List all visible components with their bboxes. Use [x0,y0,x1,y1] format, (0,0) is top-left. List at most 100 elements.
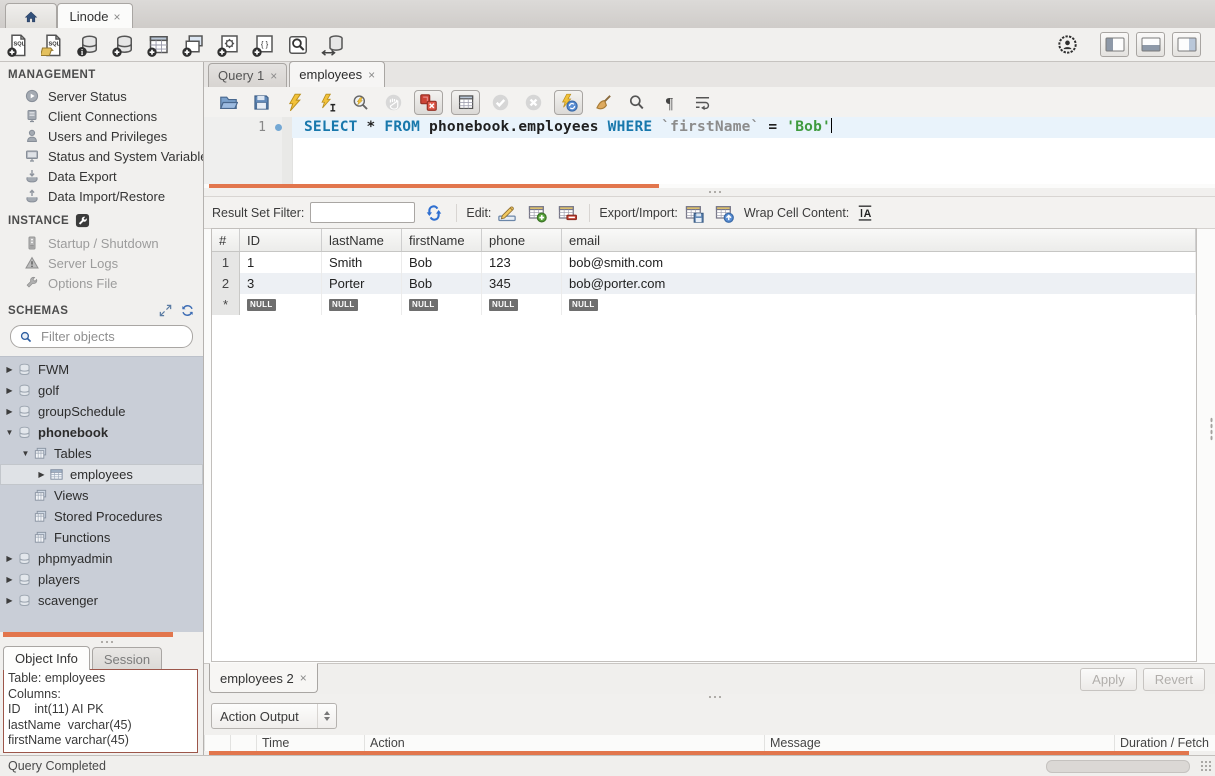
tab-object-info[interactable]: Object Info [3,646,90,670]
row-number-cell[interactable]: * [212,294,240,315]
sidebar-item-startup-shutdown[interactable]: Startup / Shutdown [0,233,203,253]
schema-inspector-button[interactable]: i [76,33,100,57]
tree-expand-arrow-icon[interactable]: ▶ [4,575,15,584]
tree-node-fwm[interactable]: ▶FWM [0,359,203,380]
panel-bottom-toggle-button[interactable] [1136,32,1165,57]
table-cell[interactable]: Bob [402,273,482,294]
sidebar-splitter-grip[interactable] [0,637,203,646]
panel-left-toggle-button[interactable] [1100,32,1129,57]
column-header-id[interactable]: ID [240,229,322,251]
tree-expand-arrow-icon[interactable]: ▶ [4,365,15,374]
sql-editor[interactable]: 1 SELECT * FROM phonebook.employees WHER… [204,117,1215,184]
commit-button[interactable] [488,90,513,115]
sidebar-item-client-connections[interactable]: Client Connections [0,106,203,126]
wrap-cell-icon[interactable]: A [855,203,875,223]
open-sql-script-button[interactable]: SQL [41,33,65,57]
refresh-results-icon[interactable] [424,203,444,223]
table-cell[interactable]: 3 [240,273,322,294]
table-cell[interactable]: bob@porter.com [562,273,1196,294]
editor-results-splitter[interactable] [204,188,1215,196]
create-schema-button[interactable] [111,33,135,57]
stop-on-error-button[interactable] [414,90,443,115]
import-records-icon[interactable] [714,203,734,223]
close-tab-icon[interactable]: × [368,68,375,82]
query-tab-employees[interactable]: employees× [289,61,385,87]
save-script-button[interactable] [249,90,274,115]
table-cell[interactable]: NULL [322,294,402,315]
output-type-select[interactable]: Action Output [211,703,337,729]
execute-button[interactable] [282,90,307,115]
expand-panel-icon[interactable] [158,303,173,318]
table-cell[interactable]: 345 [482,273,562,294]
wrap-text-button[interactable] [690,90,715,115]
export-recordset-icon[interactable] [684,203,704,223]
tree-expand-arrow-icon[interactable]: ▶ [4,596,15,605]
column-header-lastname[interactable]: lastName [322,229,402,251]
rollback-button[interactable] [521,90,546,115]
table-cell[interactable]: Bob [402,252,482,273]
tree-node-golf[interactable]: ▶golf [0,380,203,401]
table-cell[interactable]: NULL [562,294,1196,315]
tree-node-players[interactable]: ▶players [0,569,203,590]
sidebar-item-status-and-system-variables[interactable]: Status and System Variables [0,146,203,166]
add-row-icon[interactable] [527,203,547,223]
sidebar-item-server-status[interactable]: Server Status [0,86,203,106]
search-table-data-button[interactable] [286,33,310,57]
edit-record-icon[interactable] [497,203,517,223]
tree-node-tables[interactable]: ▼Tables [0,443,203,464]
result-set-filter-input[interactable] [310,202,415,223]
close-tab-icon[interactable]: × [114,10,121,24]
explain-button[interactable] [348,90,373,115]
tree-node-employees[interactable]: ▶employees [0,464,203,485]
home-tab[interactable] [5,3,57,29]
tree-node-functions[interactable]: Functions [0,527,203,548]
beautify-button[interactable] [591,90,616,115]
horizontal-scrollbar-thumb[interactable] [1046,760,1190,773]
table-cell[interactable]: NULL [402,294,482,315]
column-header-email[interactable]: email [562,229,1196,251]
row-number-cell[interactable]: 1 [212,252,240,273]
table-cell[interactable]: NULL [240,294,322,315]
tree-node-groupschedule[interactable]: ▶groupSchedule [0,401,203,422]
find-button[interactable] [624,90,649,115]
tree-node-stored-procedures[interactable]: Stored Procedures [0,506,203,527]
query-tab-query-1[interactable]: Query 1× [208,63,287,87]
connection-tab[interactable]: Linode × [57,3,133,29]
autocommit-button[interactable] [554,90,583,115]
result-tab-employees-2[interactable]: employees 2 × [209,663,318,693]
user-status-icon[interactable] [1057,34,1078,55]
table-cell[interactable]: Porter [322,273,402,294]
tree-collapse-arrow-icon[interactable]: ▼ [4,428,15,437]
table-cell[interactable]: bob@smith.com [562,252,1196,273]
row-number-cell[interactable]: 2 [212,273,240,294]
tree-expand-arrow-icon[interactable]: ▶ [4,407,15,416]
reconnect-dbms-button[interactable] [321,33,345,57]
sidebar-item-options-file[interactable]: Options File [0,273,203,293]
revert-button[interactable]: Revert [1143,668,1205,691]
tree-node-phonebook[interactable]: ▼phonebook [0,422,203,443]
stop-button[interactable] [381,90,406,115]
column-header-phone[interactable]: phone [482,229,562,251]
apply-button[interactable]: Apply [1080,668,1137,691]
tab-session[interactable]: Session [92,647,162,670]
schema-filter-input[interactable] [39,328,184,345]
table-cell[interactable]: 1 [240,252,322,273]
create-table-button[interactable] [146,33,170,57]
execute-current-button[interactable] [315,90,340,115]
column-header-firstname[interactable]: firstName [402,229,482,251]
new-query-tab-button[interactable]: SQL [6,33,30,57]
close-tab-icon[interactable]: × [270,69,277,83]
sidebar-item-users-and-privileges[interactable]: Users and Privileges [0,126,203,146]
tree-node-scavenger[interactable]: ▶scavenger [0,590,203,611]
tree-node-views[interactable]: Views [0,485,203,506]
limit-rows-button[interactable] [451,90,480,115]
panel-right-toggle-button[interactable] [1172,32,1201,57]
create-function-button[interactable]: { } [251,33,275,57]
right-panel-grip[interactable] [1210,417,1213,441]
open-script-button[interactable] [216,90,241,115]
create-view-button[interactable] [181,33,205,57]
refresh-schemas-icon[interactable] [180,303,195,318]
column-header-rownum[interactable]: # [212,229,240,251]
table-cell[interactable]: Smith [322,252,402,273]
sql-statement[interactable]: SELECT * FROM phonebook.employees WHERE … [304,117,832,138]
